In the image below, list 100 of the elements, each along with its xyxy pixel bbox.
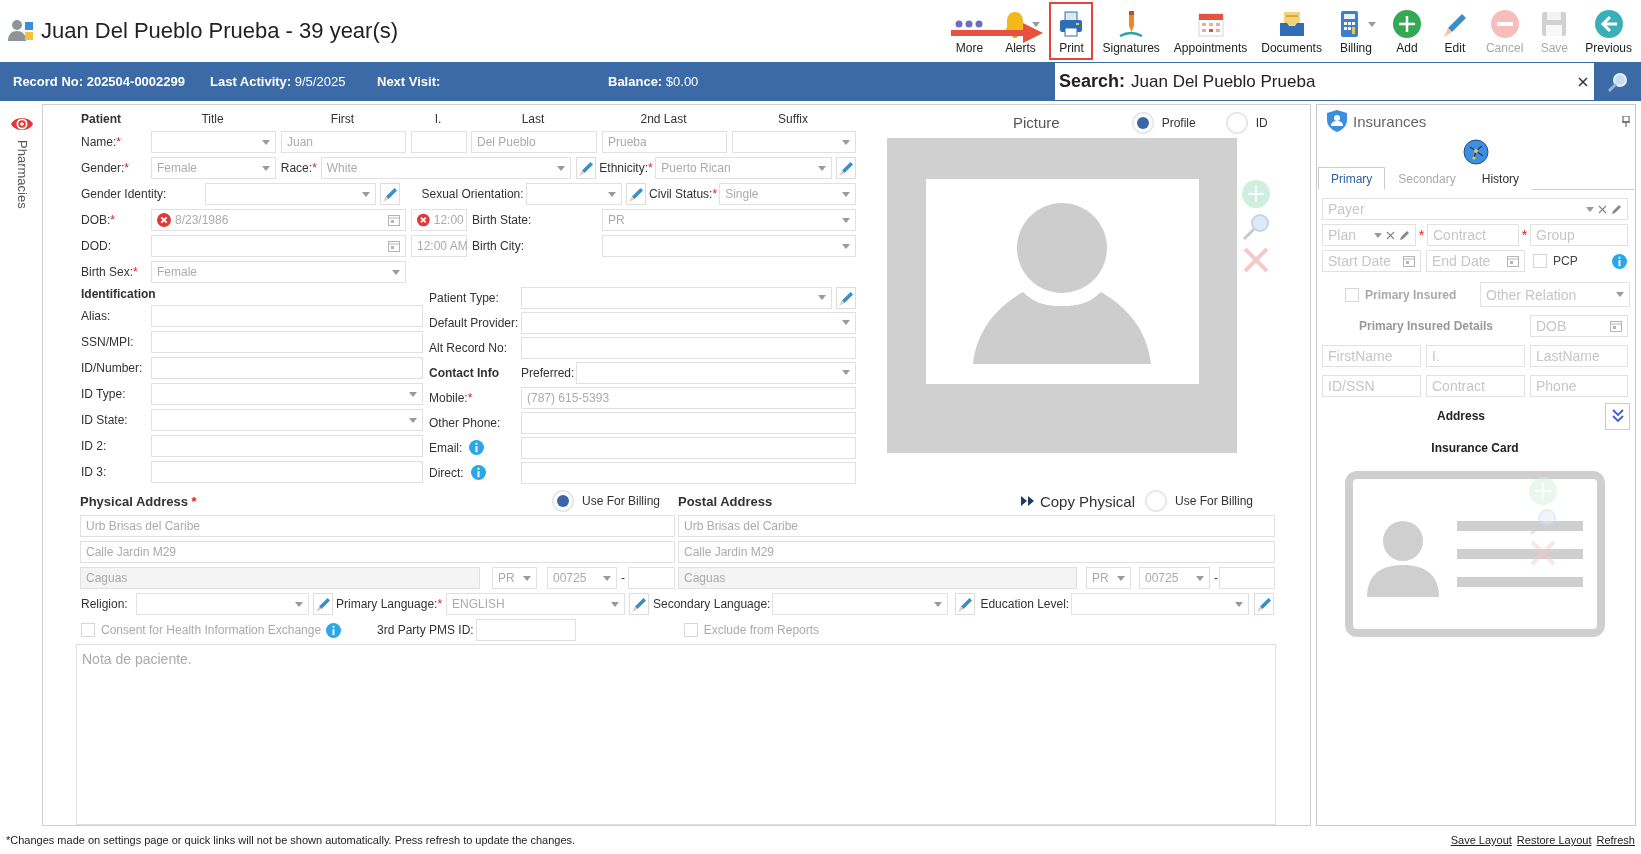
- notes-field[interactable]: Nota de paciente.: [76, 644, 1276, 825]
- text-field[interactable]: Prueba: [602, 131, 727, 153]
- time-field[interactable]: 12:00 AM: [411, 235, 467, 257]
- calendar-icon[interactable]: [1610, 320, 1622, 332]
- globe-icon[interactable]: [1463, 139, 1489, 165]
- edit-button[interactable]: [836, 157, 856, 179]
- delete-button[interactable]: [1529, 539, 1557, 567]
- text-field[interactable]: [628, 567, 675, 589]
- dropdown-field[interactable]: ENGLISH: [446, 593, 625, 615]
- dropdown-field[interactable]: White: [320, 157, 572, 179]
- radio-button[interactable]: Profile: [1131, 111, 1196, 134]
- date-field[interactable]: End Date: [1426, 250, 1525, 272]
- text-field[interactable]: Del Pueblo: [471, 131, 597, 153]
- text-field[interactable]: [151, 357, 423, 379]
- search-field[interactable]: Juan Del Pueblo Prueba: [1131, 71, 1572, 92]
- text-field[interactable]: Caguas: [80, 567, 480, 589]
- footer-link[interactable]: Refresh: [1596, 834, 1635, 846]
- toolbar-button[interactable]: Documents: [1256, 2, 1327, 60]
- toolbar-button[interactable]: Add: [1384, 2, 1429, 60]
- dropdown-field[interactable]: Single: [719, 183, 856, 205]
- dropdown-field[interactable]: [521, 286, 832, 309]
- dropdown-field[interactable]: [602, 235, 856, 257]
- text-field[interactable]: Calle Jardin M29: [80, 541, 675, 563]
- radio-button[interactable]: Use For Billing: [551, 490, 660, 512]
- toolbar-button[interactable]: Billing: [1330, 2, 1381, 60]
- text-field[interactable]: [475, 619, 576, 641]
- dropdown-field[interactable]: Other Relation: [1480, 282, 1630, 307]
- delete-button[interactable]: [1242, 246, 1270, 274]
- zoom-button[interactable]: [1529, 508, 1557, 536]
- footer-link[interactable]: Save Layout: [1450, 834, 1512, 846]
- toolbar-button[interactable]: More: [947, 2, 992, 60]
- edit-button[interactable]: [576, 157, 597, 179]
- close-icon[interactable]: [1578, 76, 1588, 87]
- pencil-icon[interactable]: [1399, 229, 1410, 241]
- toolbar-button[interactable]: Appointments: [1168, 2, 1253, 60]
- text-field[interactable]: Urb Brisas del Caribe: [678, 515, 1275, 537]
- dropdown-field[interactable]: Female: [151, 261, 406, 283]
- edit-button[interactable]: [626, 183, 647, 205]
- clear-icon[interactable]: [417, 213, 430, 227]
- dropdown-field[interactable]: [525, 183, 623, 205]
- edit-button[interactable]: [955, 593, 976, 615]
- date-field[interactable]: 8/23/1986: [151, 209, 406, 231]
- text-field[interactable]: [151, 331, 423, 353]
- edit-button[interactable]: [313, 593, 333, 615]
- text-field[interactable]: Calle Jardin M29: [678, 541, 1275, 563]
- text-field[interactable]: [411, 131, 467, 153]
- date-field[interactable]: Start Date: [1322, 250, 1421, 272]
- calendar-icon[interactable]: [1507, 255, 1519, 267]
- dropdown-field[interactable]: PR: [602, 209, 856, 231]
- dropdown-field[interactable]: Payer: [1322, 198, 1628, 220]
- dropdown-field[interactable]: [772, 593, 949, 615]
- dropdown-field[interactable]: [521, 311, 856, 334]
- text-field[interactable]: Urb Brisas del Caribe: [80, 515, 675, 537]
- dropdown-field[interactable]: 00725: [1139, 567, 1210, 589]
- text-field[interactable]: [151, 461, 423, 483]
- text-field[interactable]: [521, 436, 856, 459]
- text-field[interactable]: Juan: [281, 131, 406, 153]
- dropdown-field[interactable]: 00725: [547, 567, 617, 589]
- dropdown-field[interactable]: Plan: [1322, 224, 1416, 246]
- text-field[interactable]: Caguas: [678, 567, 1077, 589]
- radio-button[interactable]: Use For Billing: [1144, 490, 1253, 512]
- zoom-button[interactable]: [1242, 213, 1270, 241]
- text-field[interactable]: [521, 461, 856, 484]
- pin-button[interactable]: [1622, 115, 1630, 127]
- toolbar-button[interactable]: Print: [1049, 2, 1094, 60]
- calendar-icon[interactable]: [388, 214, 400, 226]
- text-field[interactable]: [521, 411, 856, 434]
- text-field[interactable]: Phone: [1530, 375, 1628, 397]
- text-field[interactable]: [151, 435, 423, 457]
- clear-icon[interactable]: [157, 213, 171, 227]
- date-field[interactable]: [151, 235, 406, 257]
- text-field[interactable]: FirstName: [1322, 345, 1421, 367]
- dropdown-field[interactable]: [1071, 593, 1250, 615]
- footer-link[interactable]: Restore Layout: [1516, 834, 1592, 846]
- add-button[interactable]: [1529, 477, 1557, 505]
- checkbox[interactable]: PCP: [1533, 254, 1578, 268]
- text-field[interactable]: [151, 305, 423, 327]
- add-button[interactable]: [1242, 180, 1270, 208]
- dropdown-field[interactable]: [151, 383, 423, 405]
- toolbar-button[interactable]: Previous: [1580, 2, 1637, 60]
- calendar-icon[interactable]: [388, 240, 400, 252]
- text-field[interactable]: Contract: [1426, 375, 1525, 397]
- text-field[interactable]: [1219, 567, 1275, 589]
- time-field[interactable]: 12:00: [411, 209, 467, 231]
- text-field[interactable]: ID/SSN: [1322, 375, 1421, 397]
- dropdown-field[interactable]: [151, 131, 276, 153]
- edit-button[interactable]: [836, 286, 856, 309]
- checkbox[interactable]: Primary Insured: [1345, 287, 1457, 302]
- dropdown-field[interactable]: [136, 593, 309, 615]
- text-field[interactable]: (787) 615-5393: [521, 386, 856, 409]
- text-field[interactable]: [521, 336, 856, 359]
- toolbar-button[interactable]: Edit: [1432, 2, 1477, 60]
- copy-button[interactable]: Copy Physical: [1020, 492, 1135, 510]
- date-field[interactable]: DOB: [1530, 315, 1628, 337]
- dropdown-field[interactable]: [151, 409, 423, 431]
- dropdown-field[interactable]: [205, 183, 376, 205]
- info-icon[interactable]: [469, 440, 485, 455]
- dropdown-field[interactable]: Puerto Rican: [655, 157, 832, 179]
- toolbar-button[interactable]: Signatures: [1097, 2, 1165, 60]
- info-icon[interactable]: [1611, 253, 1627, 269]
